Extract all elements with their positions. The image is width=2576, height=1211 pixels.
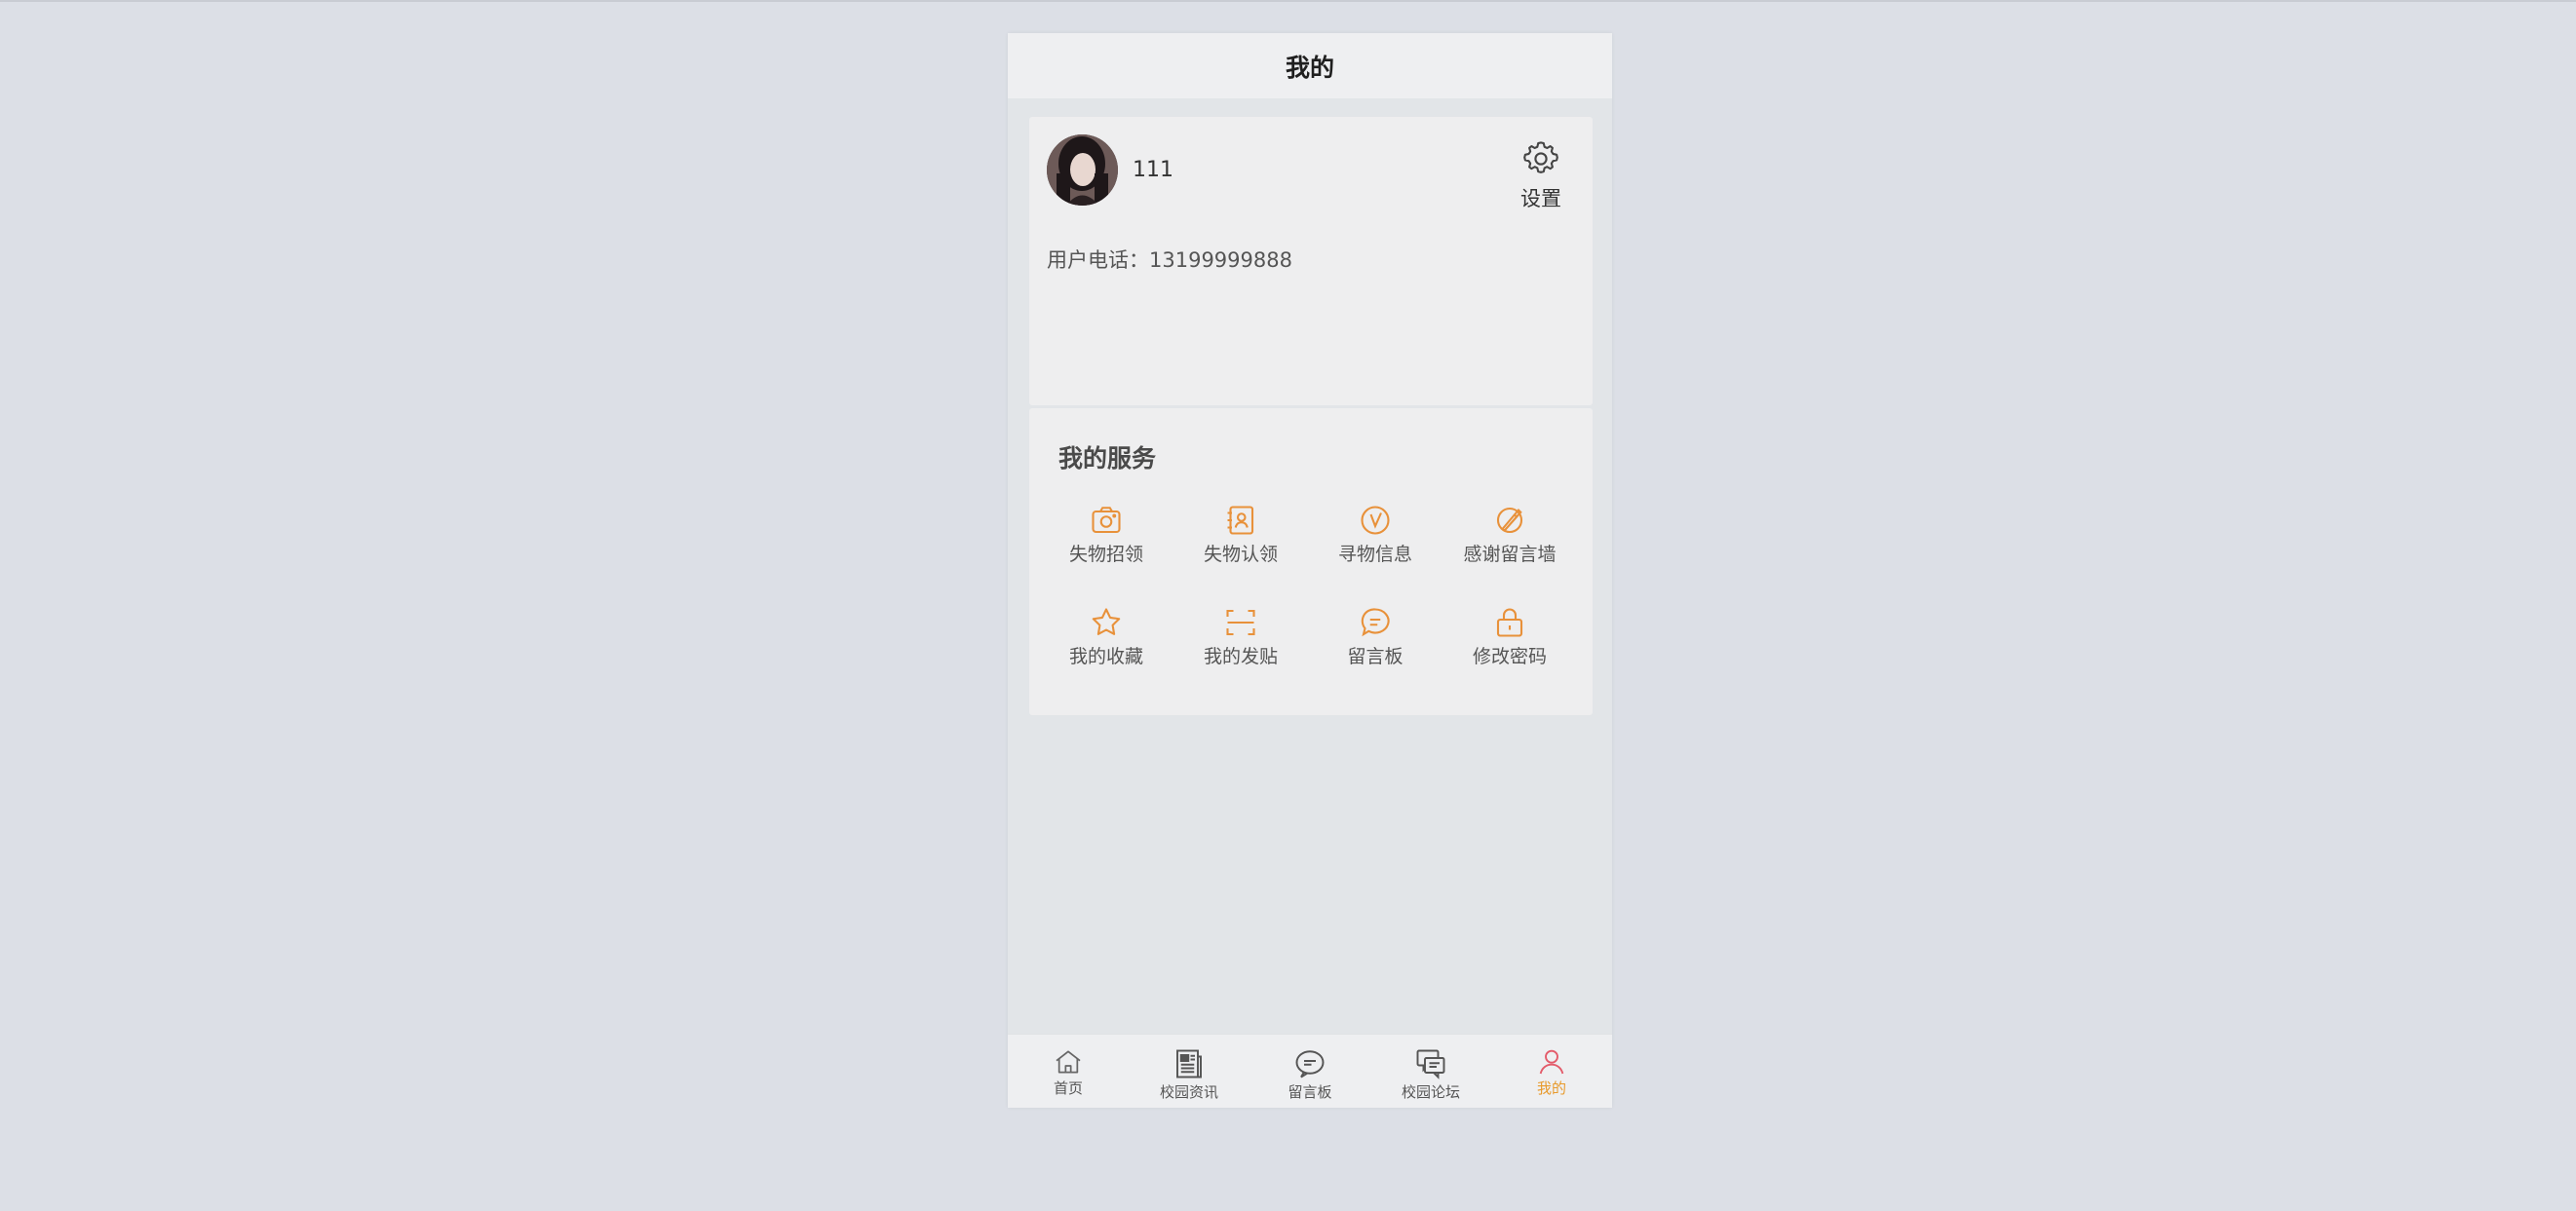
service-label: 我的收藏 <box>1068 646 1143 667</box>
tab-label: 校园资讯 <box>1159 1083 1218 1101</box>
scan-icon <box>1226 609 1255 636</box>
compass-icon <box>1361 506 1390 535</box>
tab-label: 我的 <box>1536 1079 1566 1097</box>
mobile-app-frame: 我的 111 设置 用户电话：13199999888 我的服务 失物招领 失物认… <box>1008 33 1612 1108</box>
user-phone: 用户电话：13199999888 <box>1047 245 1292 274</box>
service-label: 感谢留言墙 <box>1463 544 1557 565</box>
avatar[interactable] <box>1047 134 1118 206</box>
lock-icon <box>1496 608 1523 637</box>
service-label: 失物认领 <box>1203 544 1278 565</box>
service-label: 我的发贴 <box>1203 646 1278 667</box>
tab-home[interactable]: 首页 <box>1008 1046 1129 1098</box>
service-label: 寻物信息 <box>1337 544 1412 565</box>
service-lost-found[interactable]: 失物招领 <box>1039 503 1173 581</box>
service-claim[interactable]: 失物认领 <box>1173 503 1308 581</box>
star-icon <box>1092 608 1121 635</box>
service-thanks-wall[interactable]: 感谢留言墙 <box>1442 503 1577 581</box>
user-icon <box>1539 1049 1564 1075</box>
tab-message-board[interactable]: 留言板 <box>1250 1046 1370 1102</box>
service-message-board[interactable]: 留言板 <box>1308 605 1442 683</box>
newspaper-icon <box>1176 1049 1202 1079</box>
tab-label: 首页 <box>1053 1079 1083 1097</box>
contact-card-icon <box>1227 506 1254 535</box>
forum-icon <box>1416 1049 1445 1079</box>
gear-icon <box>1523 141 1558 173</box>
page-title: 我的 <box>1285 53 1334 82</box>
services-title: 我的服务 <box>1058 444 1157 473</box>
service-favorites[interactable]: 我的收藏 <box>1039 605 1173 683</box>
my-services-card: 我的服务 失物招领 失物认领 寻物信息 感谢留言墙 我的收藏 我的发贴 留言板 … <box>1029 408 1593 715</box>
chat-bubble-icon <box>1361 608 1390 637</box>
tab-campus-forum[interactable]: 校园论坛 <box>1370 1046 1491 1102</box>
service-my-posts[interactable]: 我的发贴 <box>1173 605 1308 683</box>
camera-icon <box>1092 507 1121 534</box>
home-icon <box>1056 1050 1081 1074</box>
page-header: 我的 <box>1008 33 1612 98</box>
speech-bubble-icon <box>1295 1050 1325 1079</box>
service-label: 失物招领 <box>1068 544 1143 565</box>
profile-card: 111 设置 用户电话：13199999888 <box>1029 117 1593 405</box>
service-change-password[interactable]: 修改密码 <box>1442 605 1577 683</box>
browser-top-edge <box>0 0 2576 2</box>
tab-campus-news[interactable]: 校园资讯 <box>1129 1046 1250 1102</box>
service-label: 修改密码 <box>1472 646 1547 667</box>
tab-mine[interactable]: 我的 <box>1491 1046 1612 1098</box>
settings-label: 设置 <box>1520 187 1561 210</box>
username: 111 <box>1133 158 1173 182</box>
service-search-info[interactable]: 寻物信息 <box>1308 503 1442 581</box>
settings-button[interactable]: 设置 <box>1512 138 1570 212</box>
phone-label: 用户电话： <box>1047 248 1149 272</box>
bottom-tab-bar: 首页 校园资讯 留言板 校园论坛 我的 <box>1008 1034 1612 1108</box>
phone-value: 13199999888 <box>1149 248 1292 272</box>
tab-label: 留言板 <box>1288 1083 1332 1101</box>
service-label: 留言板 <box>1347 646 1403 667</box>
tab-label: 校园论坛 <box>1401 1083 1460 1101</box>
pen-circle-icon <box>1496 507 1523 534</box>
